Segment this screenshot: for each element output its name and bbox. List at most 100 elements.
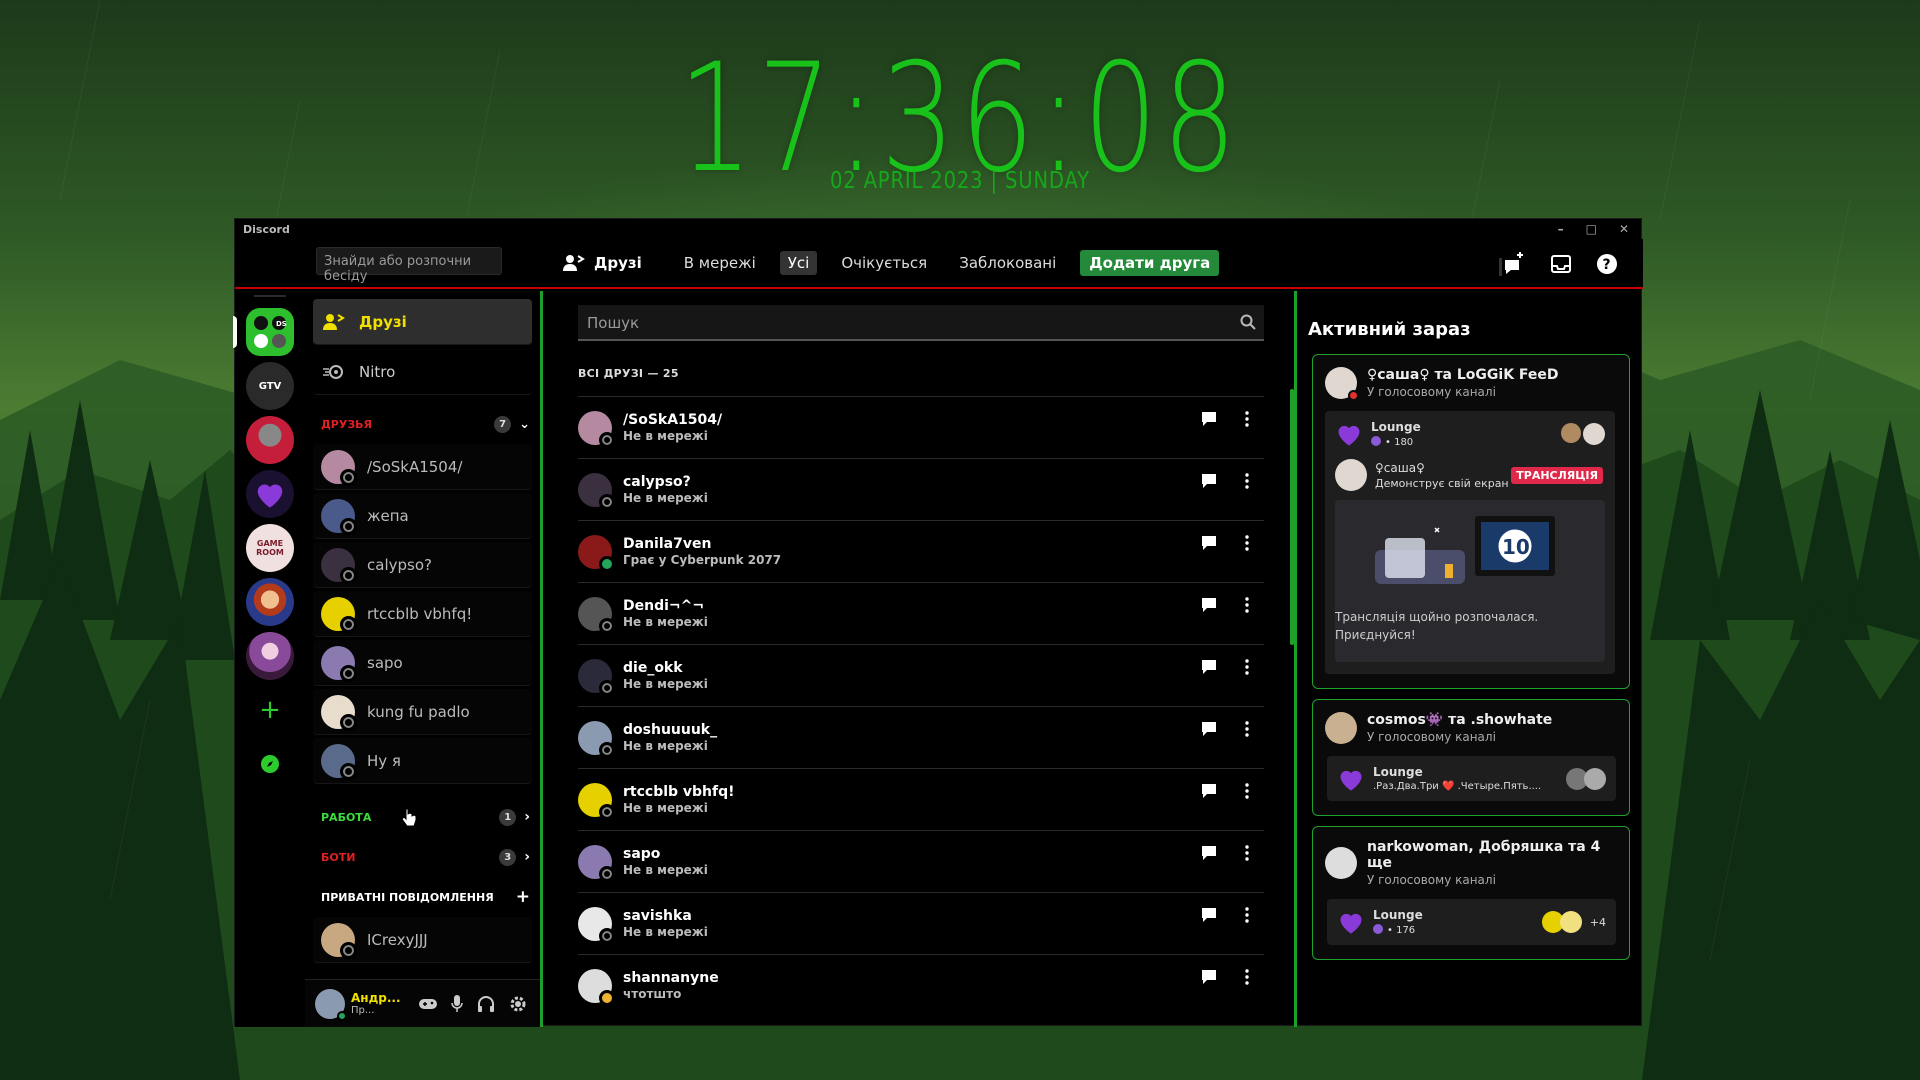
avatar: [578, 844, 615, 882]
more-options-icon[interactable]: [1244, 969, 1250, 985]
friend-status: Не в мережі: [623, 677, 708, 691]
folder-count: 3: [499, 848, 517, 866]
activity-card[interactable]: cosmos👾 та .showhate У голосовому каналі …: [1312, 699, 1630, 816]
message-icon[interactable]: [1200, 597, 1218, 613]
more-options-icon[interactable]: [1244, 535, 1250, 551]
group-icon: DS: [254, 316, 287, 348]
more-options-icon[interactable]: [1244, 597, 1250, 613]
more-options-icon[interactable]: [1244, 845, 1250, 861]
activity-card[interactable]: ♀саша♀ та LoGGiK FeeD У голосовому каналі…: [1312, 354, 1630, 689]
add-friend-button[interactable]: Додати друга: [1080, 250, 1220, 276]
sidebar-item-nitro[interactable]: Nitro: [313, 349, 532, 395]
sidebar-friend-item[interactable]: sapo: [313, 640, 532, 686]
avatar: [321, 449, 357, 486]
gamepad-icon[interactable]: [419, 997, 437, 1011]
more-options-icon[interactable]: [1244, 411, 1250, 427]
friends-wave-icon: [323, 313, 345, 330]
sidebar-friend-item[interactable]: Ну я: [313, 738, 532, 784]
tab-pending[interactable]: Очікується: [833, 251, 935, 275]
dm-item[interactable]: ICrexyJJJ: [313, 917, 532, 963]
avatar[interactable]: [315, 988, 347, 1021]
minimize-button[interactable]: –: [1558, 222, 1564, 236]
avatar: [578, 596, 615, 634]
headphones-icon[interactable]: [477, 995, 495, 1013]
close-button[interactable]: ✕: [1619, 222, 1629, 236]
search-icon: [1240, 314, 1256, 330]
sidebar-friend-item[interactable]: kung fu padlo: [313, 689, 532, 735]
message-icon[interactable]: [1200, 845, 1218, 861]
guild-icon-anime[interactable]: [246, 416, 294, 464]
guild-icon-heart[interactable]: [246, 470, 294, 518]
folder-bots[interactable]: БОТИ 3 ›: [305, 840, 540, 874]
friend-row[interactable]: rtccblb vbhfq! Не в мережі: [578, 768, 1264, 830]
friend-name: rtccblb vbhfq!: [367, 604, 473, 623]
more-options-icon[interactable]: [1244, 783, 1250, 799]
new-group-dm-icon[interactable]: [1499, 252, 1525, 276]
friend-row[interactable]: sapo Не в мережі: [578, 830, 1264, 892]
voice-channel-row[interactable]: Lounge • 180: [1325, 411, 1615, 457]
guild-icon-gtv[interactable]: GTV: [246, 362, 294, 410]
folder-friends[interactable]: ДРУЗЬЯ 7 ⌄: [305, 407, 540, 441]
guild-icon-cartoon[interactable]: [246, 578, 294, 626]
inbox-icon[interactable]: [1551, 255, 1571, 273]
friends-search-input[interactable]: Пошук: [578, 305, 1264, 341]
message-icon[interactable]: [1200, 969, 1218, 985]
tab-all[interactable]: Усі: [779, 251, 818, 275]
sidebar-friend-item[interactable]: rtccblb vbhfq!: [313, 591, 532, 637]
friend-row[interactable]: doshuuuuk_ Не в мережі: [578, 706, 1264, 768]
guild-icon-girl[interactable]: [246, 632, 294, 680]
friends-tabs: Друзі В мережі Усі Очікується Заблокован…: [563, 245, 1220, 281]
title-bar[interactable]: Discord – □ ✕: [235, 219, 1641, 239]
microphone-icon[interactable]: [451, 994, 463, 1013]
create-dm-plus-icon[interactable]: +: [516, 887, 530, 907]
sidebar-friend-item[interactable]: жепа: [313, 493, 532, 539]
more-options-icon[interactable]: [1244, 907, 1250, 923]
activity-card[interactable]: narkowoman, Добряшка та 4 ще У голосовому…: [1312, 826, 1630, 960]
explore-servers-button[interactable]: [246, 740, 294, 788]
message-icon[interactable]: [1200, 721, 1218, 737]
more-options-icon[interactable]: [1244, 659, 1250, 675]
help-icon[interactable]: ?: [1597, 254, 1617, 274]
message-icon[interactable]: [1200, 907, 1218, 923]
avatar: [321, 547, 357, 584]
message-icon[interactable]: [1200, 411, 1218, 427]
more-options-icon[interactable]: [1244, 721, 1250, 737]
stream-row[interactable]: ♀саша♀ Демонструє свій екран ТРАНСЛЯЦІЯ: [1325, 457, 1615, 500]
preview-caption-line: Приєднуйся!: [1335, 628, 1416, 642]
friend-row[interactable]: Danila7ven Грає у Cyberpunk 2077: [578, 520, 1264, 582]
maximize-button[interactable]: □: [1586, 222, 1597, 236]
scrollbar[interactable]: [1290, 389, 1294, 645]
add-server-button[interactable]: +: [246, 686, 294, 734]
sidebar-friend-item[interactable]: calypso?: [313, 542, 532, 588]
friend-row[interactable]: calypso? Не в мережі: [578, 458, 1264, 520]
friend-row[interactable]: shannanyne чтотшто: [578, 954, 1264, 1016]
friend-actions: [1200, 659, 1250, 675]
sidebar-friend-item[interactable]: /SoSkA1504/: [313, 444, 532, 490]
more-options-icon[interactable]: [1244, 473, 1250, 489]
message-icon[interactable]: [1200, 659, 1218, 675]
avatar: [578, 720, 615, 758]
sidebar-item-friends[interactable]: Друзі: [313, 299, 532, 345]
voice-channel-row[interactable]: Lounge .Раз.Два.Три ❤️ .Четыре.Пять....: [1327, 756, 1616, 801]
friend-row[interactable]: savishka Не в мережі: [578, 892, 1264, 954]
message-icon[interactable]: [1200, 535, 1218, 551]
message-icon[interactable]: [1200, 783, 1218, 799]
activity-title: narkowoman, Добряшка та 4 ще: [1367, 839, 1601, 871]
folder-work[interactable]: РАБОТА 1 ›: [305, 800, 540, 834]
settings-gear-icon[interactable]: [509, 995, 527, 1013]
window-controls: – □ ✕: [1558, 222, 1633, 236]
friend-row[interactable]: die_okk Не в мережі: [578, 644, 1264, 706]
friend-row[interactable]: /SoSkA1504/Не в мережі: [578, 396, 1264, 458]
tab-blocked[interactable]: Заблоковані: [951, 251, 1064, 275]
message-icon[interactable]: [1200, 473, 1218, 489]
voice-channel-row[interactable]: Lounge • 176 +4: [1327, 899, 1616, 945]
friend-name: sapo: [367, 653, 403, 672]
guild-icon-game-room[interactable]: GAME ROOM: [246, 524, 294, 572]
stream-preview[interactable]: 10 Трансляція щойно розпочалася. Приєдну…: [1335, 500, 1605, 662]
find-conversation-input[interactable]: Знайди або розпочни бесіду: [316, 247, 502, 284]
tab-online[interactable]: В мережі: [676, 251, 764, 275]
friends-header: Друзі: [563, 254, 642, 272]
guild-icon-ds-group[interactable]: DS: [233, 308, 294, 356]
friend-row[interactable]: Dendi¬^¬ Не в мережі: [578, 582, 1264, 644]
avatar: [578, 410, 615, 448]
